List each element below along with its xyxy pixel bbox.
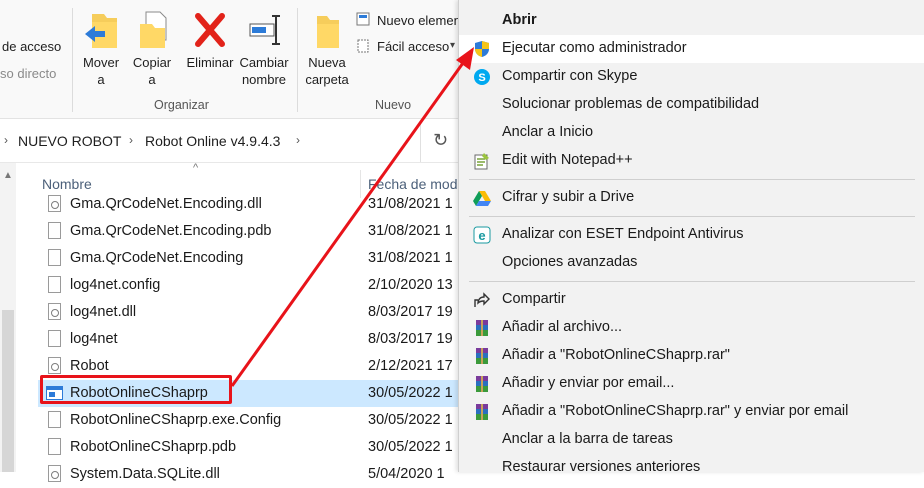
annotation-arrow xyxy=(230,47,474,387)
